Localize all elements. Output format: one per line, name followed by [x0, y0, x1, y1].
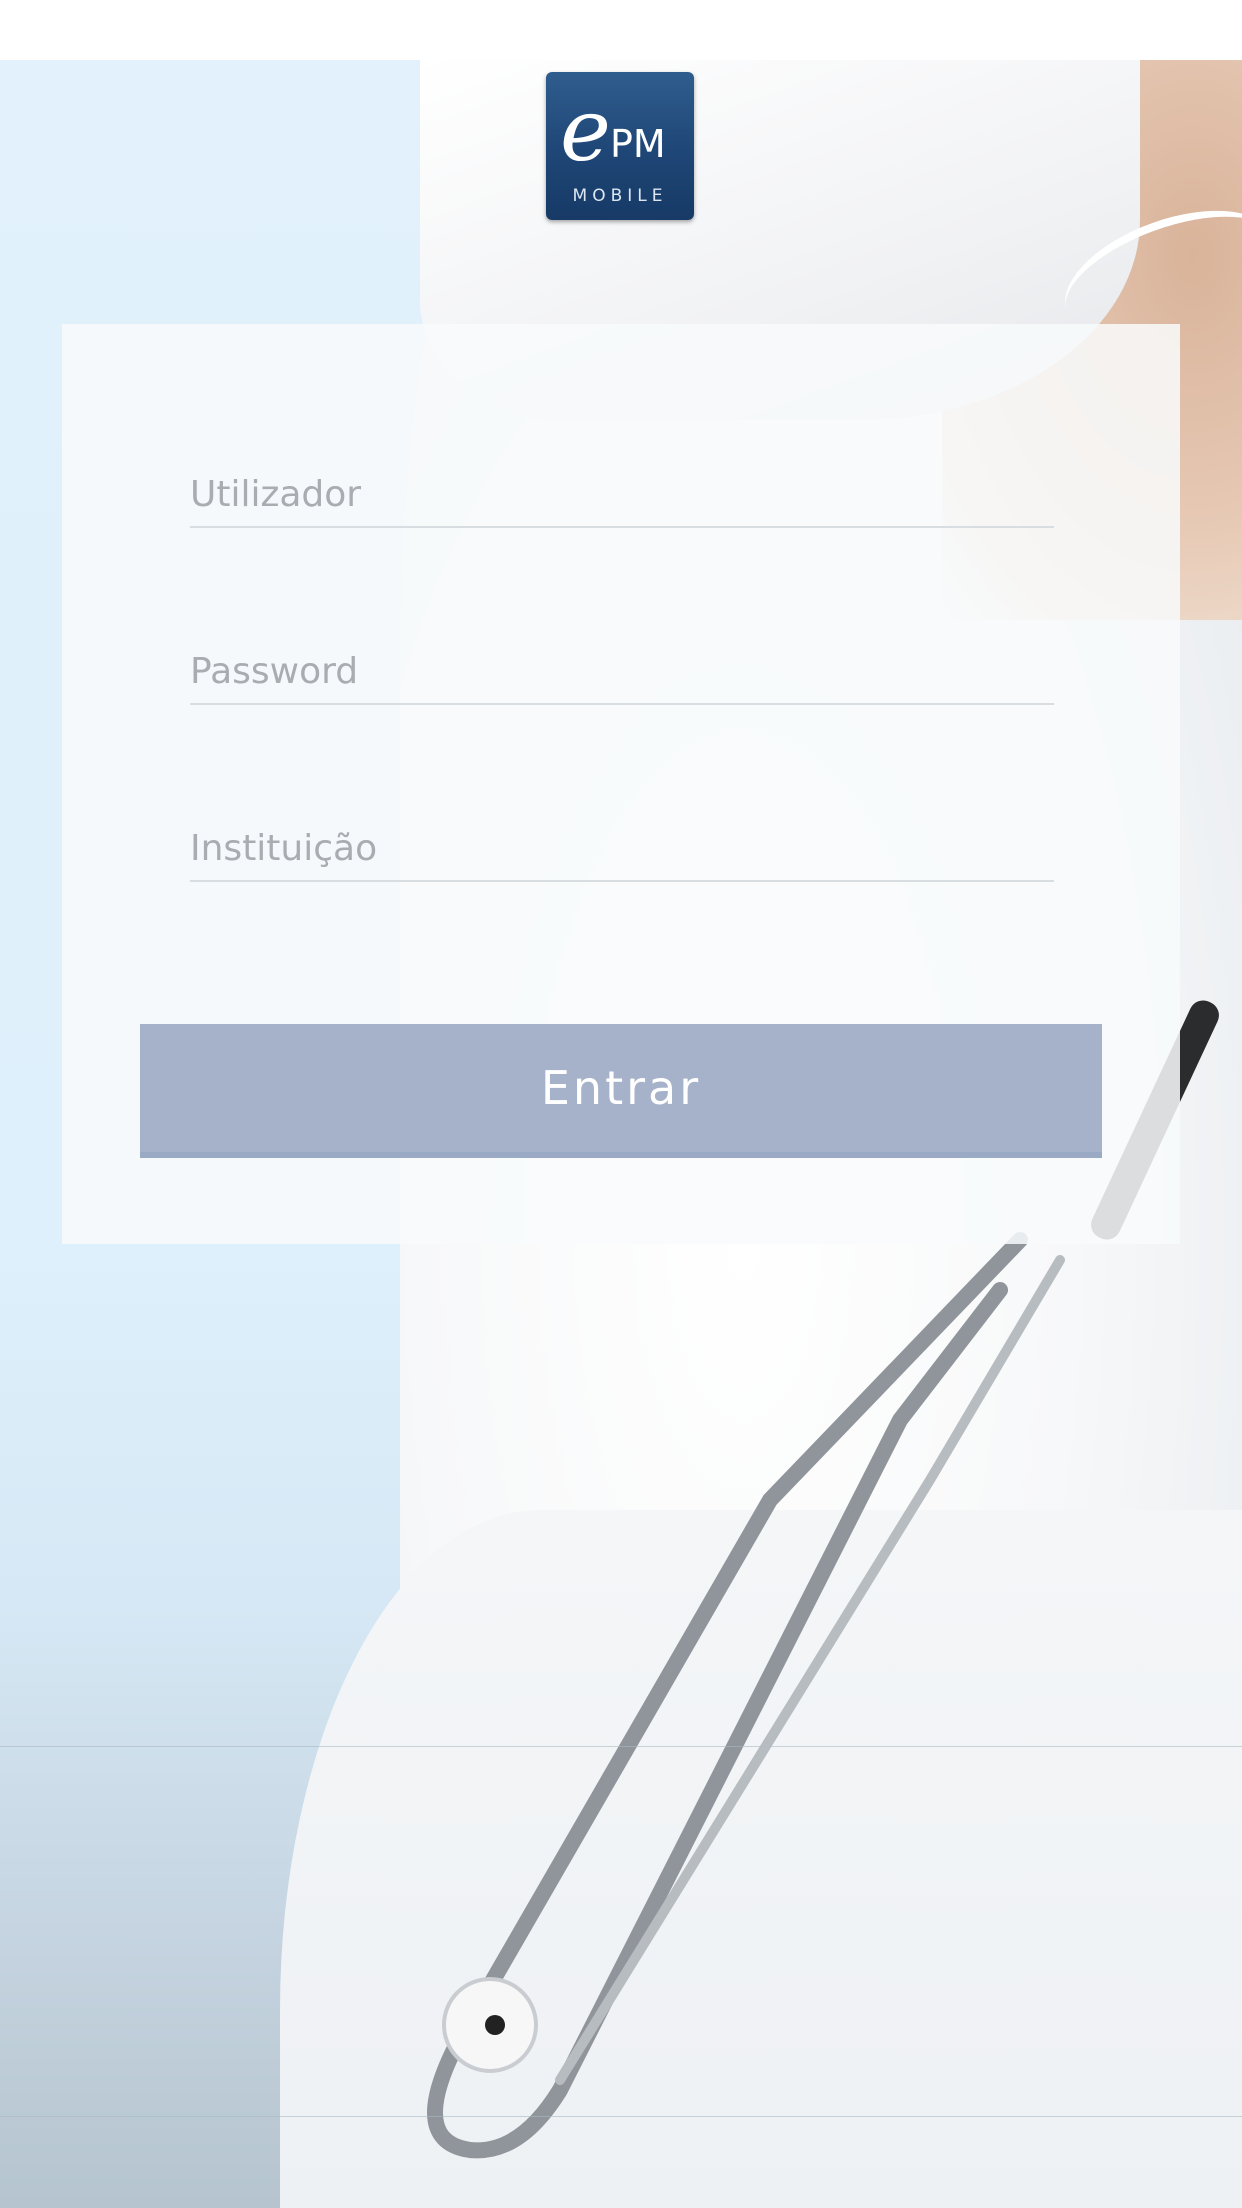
- institution-input[interactable]: [190, 820, 1054, 876]
- logo-letter: e: [560, 81, 611, 181]
- logo-subtitle: MOBILE: [572, 186, 668, 206]
- divider-line: [0, 1746, 1242, 1747]
- login-card: Entrar: [62, 324, 1180, 1244]
- logo-brand: PM: [610, 122, 666, 166]
- status-bar: [0, 0, 1242, 60]
- login-button[interactable]: Entrar: [140, 1024, 1102, 1158]
- username-field: [190, 466, 1054, 528]
- institution-field: [190, 820, 1054, 882]
- username-input[interactable]: [190, 466, 1054, 522]
- epm-mobile-logo: e PM MOBILE: [546, 72, 694, 220]
- password-field: [190, 643, 1054, 705]
- password-input[interactable]: [190, 643, 1054, 699]
- divider-line: [0, 2116, 1242, 2117]
